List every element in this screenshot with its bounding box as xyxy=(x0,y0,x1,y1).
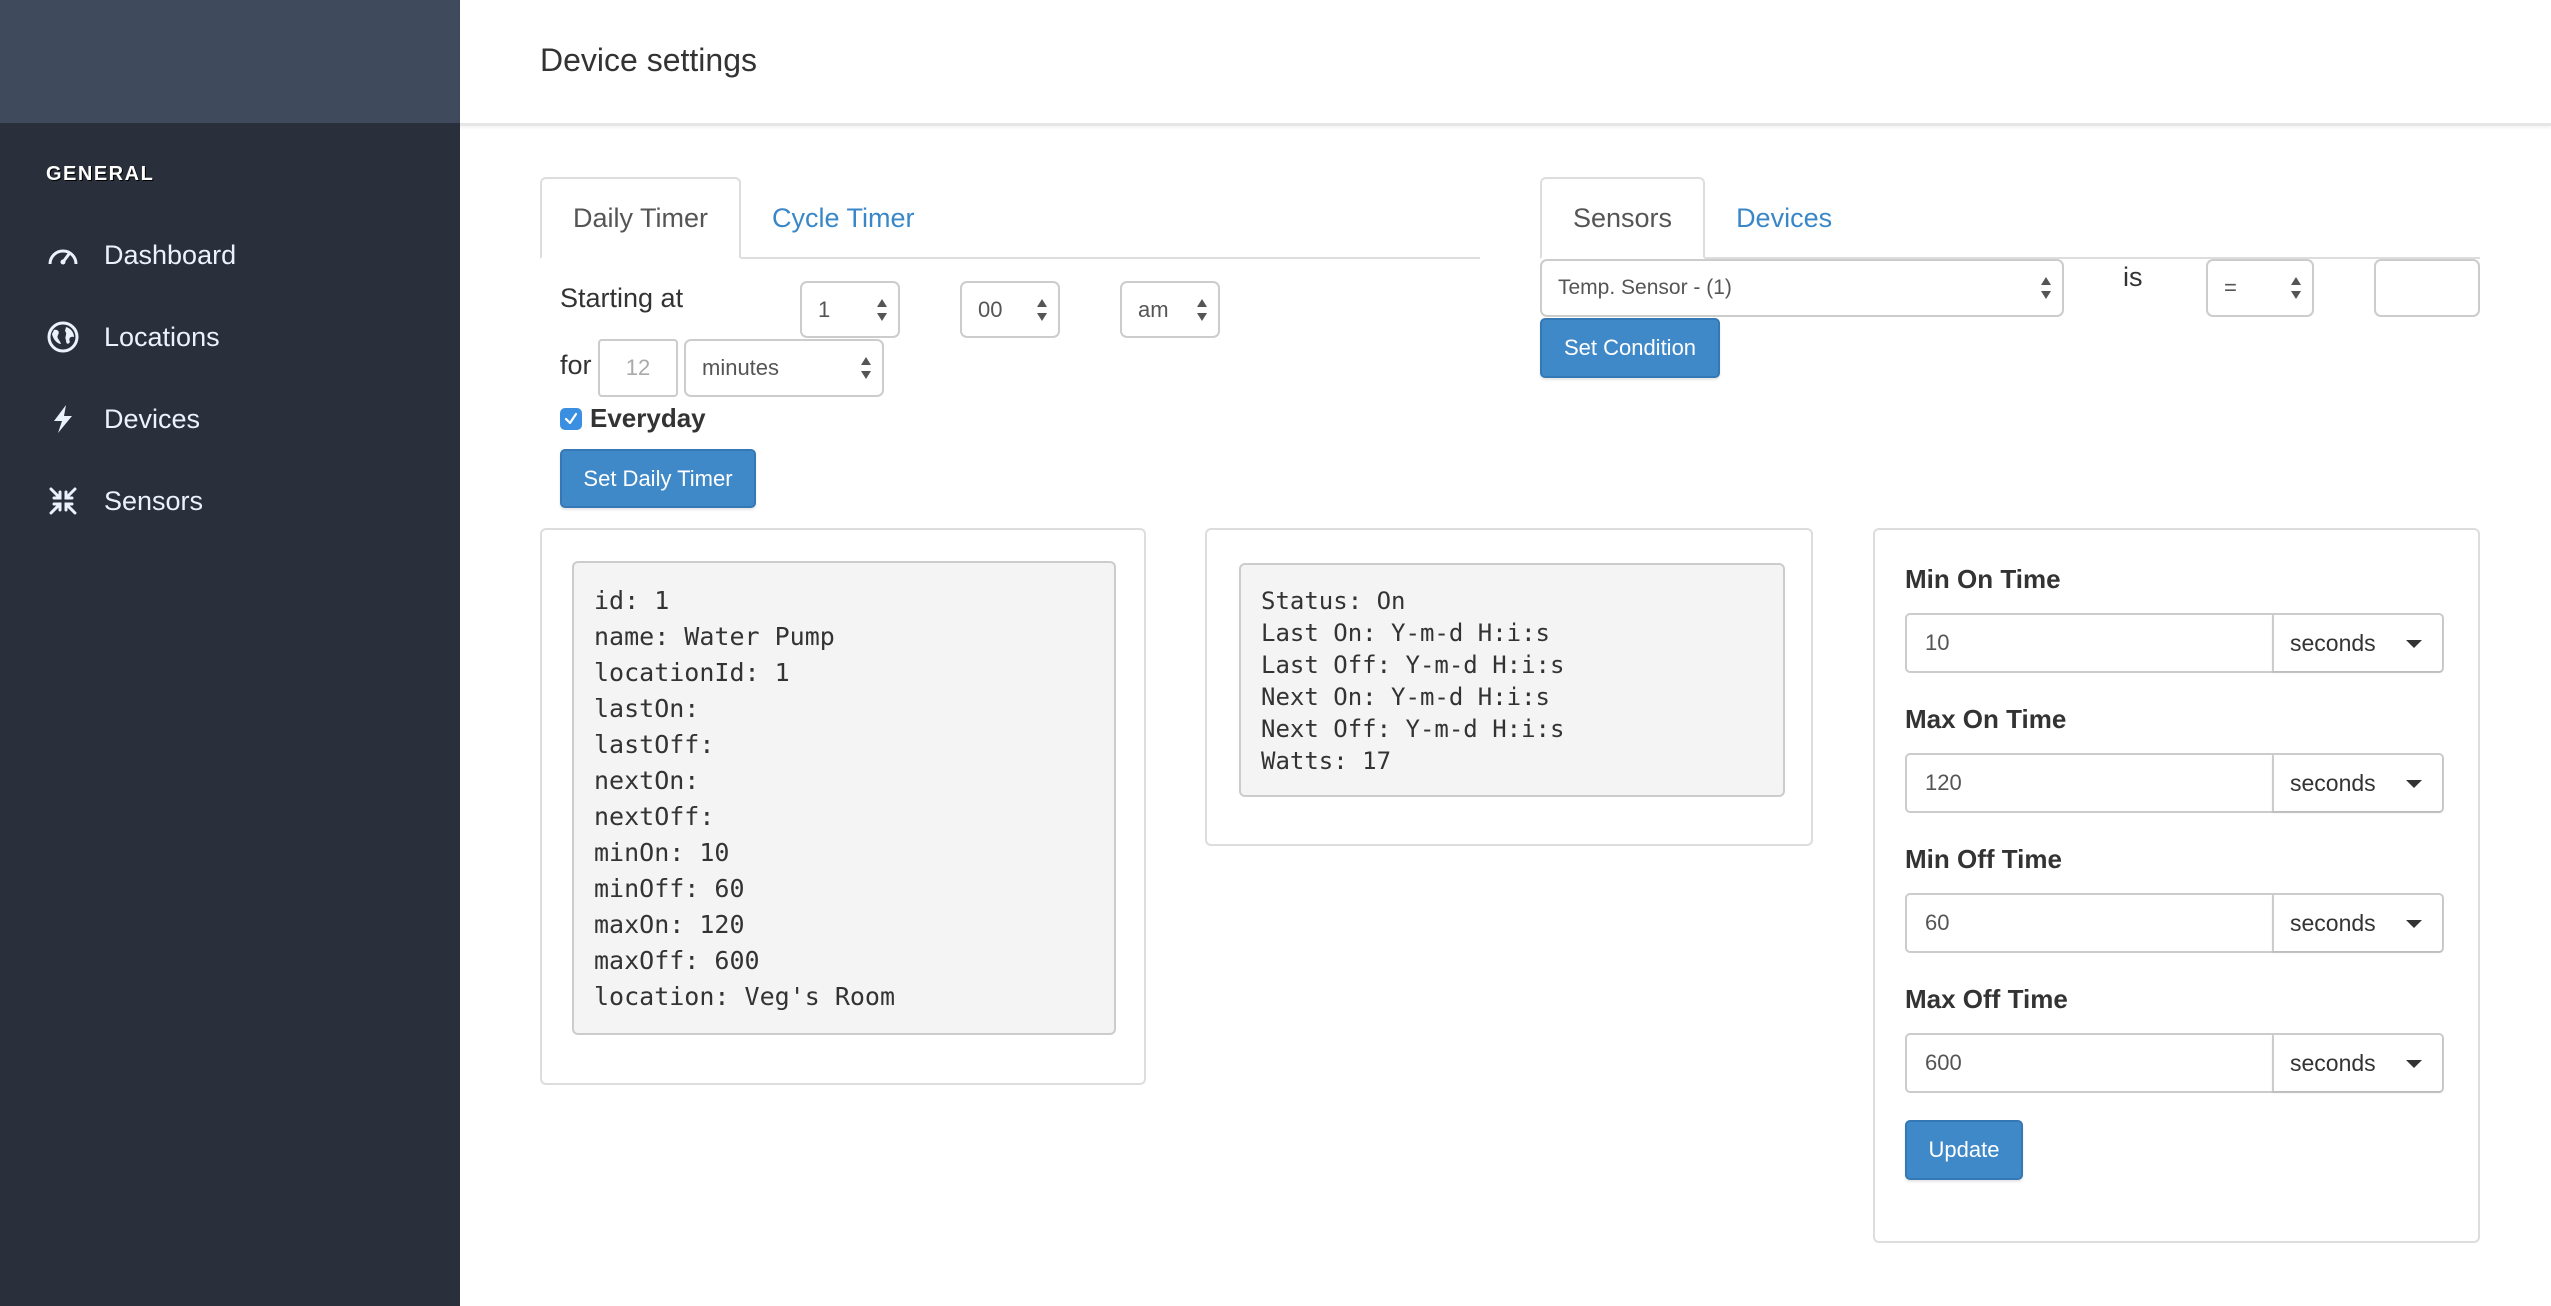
hour-select[interactable]: 1 xyxy=(800,281,900,338)
tab-daily-timer[interactable]: Daily Timer xyxy=(540,177,742,259)
sidebar-item-dashboard[interactable]: Dashboard xyxy=(46,230,446,280)
max-off-time-unit-dropdown[interactable]: seconds xyxy=(2272,1035,2442,1091)
device-info-line: locationId: 1 xyxy=(594,658,790,687)
max-off-time-input[interactable]: 600 xyxy=(1907,1035,2272,1091)
min-off-time-input[interactable]: 60 xyxy=(1907,895,2272,951)
for-label: for xyxy=(560,350,592,380)
minute-value: 00 xyxy=(978,296,1003,322)
select-arrows-icon xyxy=(861,357,871,379)
duration-unit-value: minutes xyxy=(702,355,780,380)
lightning-bolt-icon xyxy=(46,402,80,436)
minute-select[interactable]: 00 xyxy=(960,281,1060,338)
sidebar-item-locations[interactable]: Locations xyxy=(46,312,446,362)
set-condition-button[interactable]: Set Condition xyxy=(1540,318,1720,378)
select-arrows-icon xyxy=(1197,298,1207,321)
max-off-time-label: Max Off Time xyxy=(1905,984,2068,1014)
device-status-line: Watts: 17 xyxy=(1261,747,1392,775)
device-info-line: name: Water Pump xyxy=(594,622,835,651)
caret-down-icon xyxy=(2406,1060,2422,1068)
min-on-time-input[interactable]: 10 xyxy=(1907,615,2272,671)
sidebar-item-devices[interactable]: Devices xyxy=(46,394,446,444)
device-info-line: maxOn: 120 xyxy=(594,910,745,939)
device-info-line: lastOn: xyxy=(594,694,700,723)
sidebar-item-label: Locations xyxy=(104,321,220,352)
min-off-time-unit-dropdown[interactable]: seconds xyxy=(2272,895,2442,951)
compress-arrows-icon xyxy=(46,484,80,518)
device-info-line: minOn: 10 xyxy=(594,838,730,867)
caret-down-icon xyxy=(2406,920,2422,928)
device-status-card: Status: On Last On: Y-m-d H:i:s Last Off… xyxy=(1205,528,1813,846)
limits-card: Min On Time 10 seconds Max On Time 120 s… xyxy=(1873,528,2480,1243)
device-info-line: lastOff: xyxy=(594,730,715,759)
is-label: is xyxy=(2123,262,2143,292)
device-status-line: Next Off: Y-m-d H:i:s xyxy=(1261,715,1565,743)
duration-unit-select[interactable]: minutes xyxy=(684,339,884,397)
starting-at-label: Starting at xyxy=(560,283,684,313)
timer-tabs: Daily Timer Cycle Timer xyxy=(540,175,1480,259)
sidebar-brand[interactable] xyxy=(0,0,460,123)
globe-icon xyxy=(46,320,80,354)
min-on-time-label: Min On Time xyxy=(1905,564,2061,594)
sensor-value: Temp. Sensor - (1) xyxy=(1558,276,1732,299)
select-arrows-icon xyxy=(2291,277,2301,299)
hour-value: 1 xyxy=(818,296,831,322)
device-info-line: nextOff: xyxy=(594,802,715,831)
caret-down-icon xyxy=(2406,640,2422,648)
device-info-line: maxOff: 600 xyxy=(594,946,760,975)
device-info-line: location: Veg's Room xyxy=(594,982,896,1011)
condition-value-input[interactable] xyxy=(2374,259,2480,317)
min-on-time-group: 10 seconds xyxy=(1905,613,2444,673)
sidebar: GENERAL Dashboard Locations Devices Sens… xyxy=(0,0,460,1306)
device-status-line: Next On: Y-m-d H:i:s xyxy=(1261,683,1550,711)
device-info-line: id: 1 xyxy=(594,586,670,615)
duration-input[interactable]: 12 xyxy=(598,339,678,397)
everyday-checkbox[interactable] xyxy=(560,408,582,430)
tab-sensors[interactable]: Sensors xyxy=(1540,177,1706,259)
min-off-time-group: 60 seconds xyxy=(1905,893,2444,953)
operator-select[interactable]: = xyxy=(2206,259,2314,317)
tab-cycle-timer[interactable]: Cycle Timer xyxy=(741,177,946,259)
update-button[interactable]: Update xyxy=(1905,1120,2023,1180)
device-info-line: minOff: 60 xyxy=(594,874,745,903)
sidebar-item-label: Dashboard xyxy=(104,239,237,270)
sidebar-section-label: GENERAL xyxy=(46,163,155,185)
caret-down-icon xyxy=(2406,780,2422,788)
unit-value: seconds xyxy=(2290,1049,2376,1076)
sensor-select[interactable]: Temp. Sensor - (1) xyxy=(1540,259,2064,317)
ampm-select[interactable]: am xyxy=(1120,281,1220,338)
select-arrows-icon xyxy=(2041,277,2051,299)
max-on-time-group: 120 seconds xyxy=(1905,753,2444,813)
max-on-time-label: Max On Time xyxy=(1905,704,2067,734)
sidebar-item-label: Sensors xyxy=(104,485,204,516)
device-status-block: Status: On Last On: Y-m-d H:i:s Last Off… xyxy=(1239,563,1785,797)
ampm-value: am xyxy=(1138,296,1169,322)
page-title: Device settings xyxy=(540,42,757,78)
max-on-time-input[interactable]: 120 xyxy=(1907,755,2272,811)
tab-devices[interactable]: Devices xyxy=(1705,177,1863,259)
device-info-line: nextOn: xyxy=(594,766,700,795)
set-daily-timer-button[interactable]: Set Daily Timer xyxy=(560,449,756,508)
max-off-time-group: 600 seconds xyxy=(1905,1033,2444,1093)
operator-value: = xyxy=(2224,275,2237,300)
device-status-line: Last Off: Y-m-d H:i:s xyxy=(1261,651,1565,679)
min-off-time-label: Min Off Time xyxy=(1905,844,2062,874)
select-arrows-icon xyxy=(1037,298,1047,321)
unit-value: seconds xyxy=(2290,909,2376,936)
device-status-line: Last On: Y-m-d H:i:s xyxy=(1261,619,1550,647)
select-arrows-icon xyxy=(877,298,887,321)
sidebar-item-sensors[interactable]: Sensors xyxy=(46,476,446,526)
device-status-line: Status: On xyxy=(1261,587,1406,615)
unit-value: seconds xyxy=(2290,629,2376,656)
page-header: Device settings xyxy=(460,0,2551,126)
everyday-label: Everyday xyxy=(590,403,706,433)
device-info-block: id: 1 name: Water Pump locationId: 1 las… xyxy=(572,561,1116,1035)
device-info-card: id: 1 name: Water Pump locationId: 1 las… xyxy=(540,528,1146,1085)
max-on-time-unit-dropdown[interactable]: seconds xyxy=(2272,755,2442,811)
sidebar-item-label: Devices xyxy=(104,403,201,434)
unit-value: seconds xyxy=(2290,769,2376,796)
min-on-time-unit-dropdown[interactable]: seconds xyxy=(2272,615,2442,671)
dashboard-gauge-icon xyxy=(46,238,80,272)
checkmark-icon xyxy=(564,412,578,425)
condition-tabs: Sensors Devices xyxy=(1540,175,2480,259)
